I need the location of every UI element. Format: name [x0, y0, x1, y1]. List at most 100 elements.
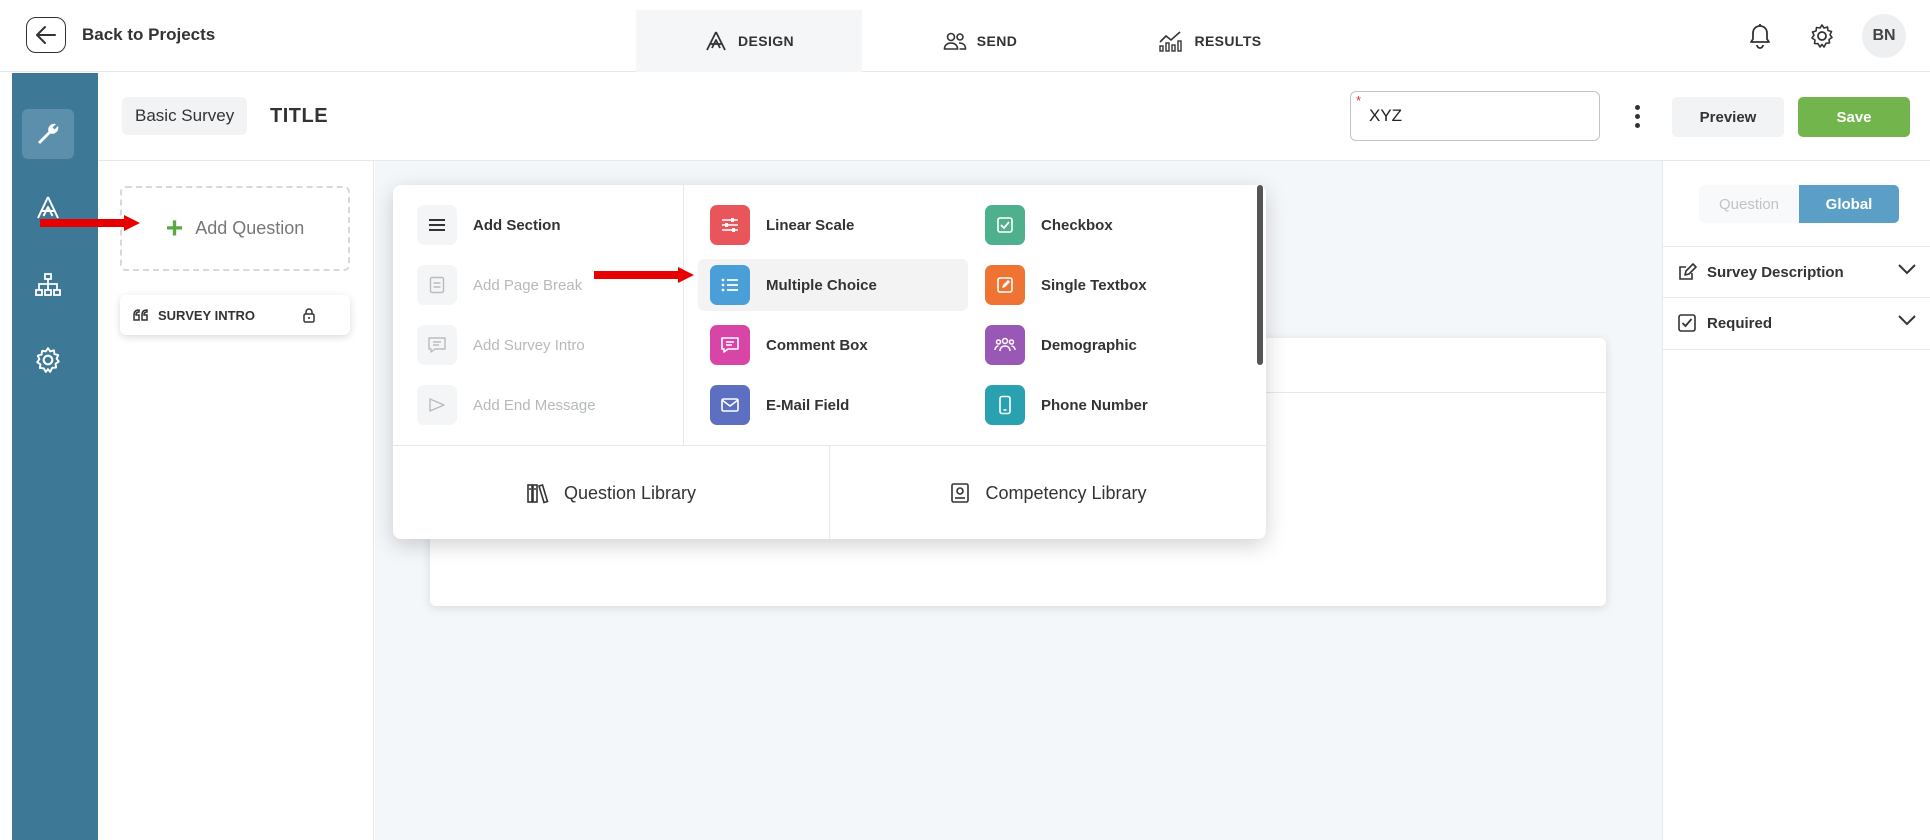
menu-item-multiple-choice[interactable]: Multiple Choice	[698, 259, 968, 311]
settings-button[interactable]	[1804, 18, 1840, 54]
required-asterisk: *	[1356, 93, 1362, 108]
menu-item-add-survey-intro[interactable]: Add Survey Intro	[405, 319, 665, 371]
tab-global[interactable]: Global	[1799, 185, 1899, 223]
hierarchy-icon	[35, 273, 61, 296]
question-library-button[interactable]: Question Library	[393, 447, 829, 539]
menu-lines-icon	[417, 205, 457, 245]
edit-icon	[985, 265, 1025, 305]
list-icon	[710, 265, 750, 305]
tab-send-label: SEND	[976, 33, 1018, 49]
tab-design[interactable]: DESIGN	[636, 10, 862, 72]
tab-results[interactable]: RESULTS	[1140, 10, 1280, 72]
dot	[1634, 122, 1640, 128]
arrow-left-icon	[36, 26, 56, 44]
menu-item-email-field[interactable]: E-Mail Field	[698, 379, 968, 431]
tab-results-label: RESULTS	[1194, 33, 1262, 49]
dot	[1634, 113, 1640, 119]
gear-icon	[1811, 24, 1833, 48]
menu-item-label: Add Page Break	[473, 276, 583, 294]
menu-item-add-section[interactable]: Add Section	[405, 199, 665, 251]
bell-icon	[1750, 24, 1770, 49]
survey-title[interactable]: TITLE	[270, 105, 328, 128]
user-avatar[interactable]: BN	[1862, 14, 1906, 58]
mail-icon	[710, 385, 750, 425]
scope-toggle: Question Global	[1699, 185, 1899, 223]
menu-item-label: Phone Number	[1041, 396, 1148, 414]
sliders-icon	[710, 205, 750, 245]
chevron-down-icon	[1898, 264, 1916, 275]
page-break-icon	[417, 265, 457, 305]
sidebar-item-hierarchy[interactable]	[22, 260, 74, 310]
edit-icon	[1679, 263, 1697, 280]
design-icon	[706, 31, 726, 51]
gear-icon	[36, 347, 60, 373]
menu-item-checkbox[interactable]: Checkbox	[973, 199, 1233, 251]
menu-item-label: Add Section	[473, 216, 561, 234]
menu-item-label: Linear Scale	[766, 216, 855, 234]
checkbox-icon	[1678, 314, 1696, 332]
survey-name-input[interactable]	[1350, 91, 1600, 141]
menu-item-label: Multiple Choice	[766, 276, 877, 294]
menu-item-label: Add End Message	[473, 396, 596, 414]
top-bar: Back to Projects DESIGN SEND RESULTS BN	[0, 0, 1930, 72]
competency-library-label: Competency Library	[985, 482, 1147, 503]
menu-item-linear-scale[interactable]: Linear Scale	[698, 199, 968, 251]
left-sidebar	[12, 73, 98, 840]
add-question-button[interactable]: + Add Question	[120, 186, 350, 271]
quote-icon	[133, 309, 148, 321]
survey-description-label: Survey Description	[1707, 263, 1844, 281]
question-library-label: Question Library	[563, 482, 697, 503]
survey-intro-label: SURVEY INTRO	[158, 307, 256, 323]
notifications-button[interactable]	[1742, 18, 1778, 54]
users-icon	[943, 32, 967, 50]
sidebar-item-build[interactable]	[22, 109, 74, 159]
save-button[interactable]: Save	[1798, 97, 1910, 137]
question-outline-panel: + Add Question SURVEY INTRO	[98, 161, 374, 840]
required-section[interactable]: Required	[1663, 298, 1930, 348]
group-icon	[985, 325, 1025, 365]
lock-icon	[303, 308, 315, 323]
annotation-arrow-icon	[40, 215, 140, 231]
menu-item-add-end-message[interactable]: Add End Message	[405, 379, 665, 431]
survey-type-badge[interactable]: Basic Survey	[122, 97, 248, 135]
speech-bubble-icon	[417, 325, 457, 365]
tab-send[interactable]: SEND	[920, 10, 1040, 72]
comment-icon	[710, 325, 750, 365]
checkbox-icon	[985, 205, 1025, 245]
annotation-arrow-icon	[594, 267, 694, 283]
tab-question[interactable]: Question	[1699, 185, 1799, 223]
divider	[1663, 349, 1930, 350]
tab-design-label: DESIGN	[737, 33, 795, 49]
menu-item-phone-number[interactable]: Phone Number	[973, 379, 1233, 431]
menu-item-label: Add Survey Intro	[473, 336, 585, 354]
books-icon	[527, 484, 549, 504]
menu-item-label: E-Mail Field	[766, 396, 850, 414]
profile-book-icon	[951, 483, 970, 503]
add-question-label: Add Question	[195, 218, 305, 238]
properties-panel: Question Global Survey Description Requi…	[1662, 161, 1930, 840]
survey-intro-card[interactable]: SURVEY INTRO	[120, 295, 350, 335]
menu-item-label: Single Textbox	[1041, 276, 1147, 294]
back-button[interactable]	[26, 17, 66, 53]
wrench-icon	[38, 123, 59, 144]
preview-button[interactable]: Preview	[1672, 97, 1784, 137]
dot	[1634, 104, 1640, 110]
sidebar-item-settings[interactable]	[22, 335, 74, 385]
more-options-button[interactable]	[1628, 99, 1646, 133]
menu-item-single-textbox[interactable]: Single Textbox	[973, 259, 1233, 311]
competency-library-button[interactable]: Competency Library	[830, 447, 1266, 539]
back-to-projects-link[interactable]: Back to Projects	[82, 25, 215, 45]
menu-item-demographic[interactable]: Demographic	[973, 319, 1233, 371]
chevron-down-icon	[1898, 315, 1916, 326]
menu-scrollbar[interactable]	[1257, 185, 1263, 365]
divider	[683, 185, 684, 445]
phone-icon	[985, 385, 1025, 425]
menu-item-comment-box[interactable]: Comment Box	[698, 319, 968, 371]
menu-item-label: Demographic	[1041, 336, 1137, 354]
required-label: Required	[1707, 314, 1773, 332]
chart-icon	[1159, 31, 1183, 52]
survey-header: Basic Survey TITLE * Preview Save	[98, 73, 1930, 161]
menu-item-label: Checkbox	[1041, 216, 1113, 234]
add-question-menu: Add Section Add Page Break Add Survey In…	[393, 185, 1266, 539]
survey-description-section[interactable]: Survey Description	[1663, 247, 1930, 297]
